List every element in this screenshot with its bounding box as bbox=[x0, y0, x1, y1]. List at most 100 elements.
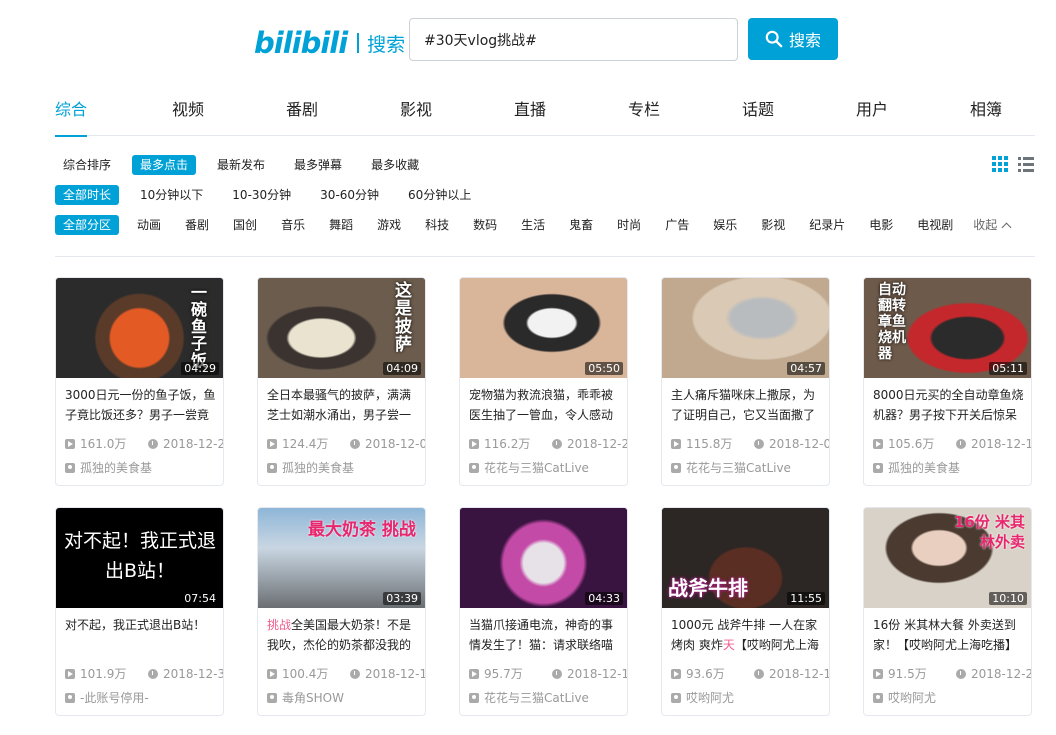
uploader-link[interactable]: 花花与三猫CatLive bbox=[671, 459, 791, 476]
zone-item[interactable]: 生活 bbox=[513, 215, 553, 235]
uploader-link[interactable]: 花花与三猫CatLive bbox=[469, 689, 589, 706]
video-duration: 04:09 bbox=[383, 362, 421, 375]
video-card[interactable]: 04:57 主人痛斥猫咪床上撒尿，为了证明自己，它又当面撒了 115.8万 20… bbox=[661, 277, 830, 486]
video-stats: 100.4万 2018-12-19 bbox=[267, 665, 425, 682]
clock-icon bbox=[956, 438, 966, 449]
bilibili-logo[interactable]: bilibili 搜索 bbox=[254, 26, 405, 60]
zone-item[interactable]: 电视剧 bbox=[909, 215, 961, 235]
video-title[interactable]: 8000日元买的全自动章鱼烧机器？男子按下开关后惊呆 bbox=[873, 385, 1025, 425]
video-card[interactable]: 16份 米其林外卖 10:10 16份 米其林大餐 外卖送到家！【哎哟阿尤上海吃… bbox=[863, 507, 1032, 716]
list-view-icon[interactable] bbox=[1018, 156, 1034, 172]
zone-item[interactable]: 电影 bbox=[861, 215, 901, 235]
search-input[interactable] bbox=[409, 18, 738, 61]
video-thumbnail[interactable]: 16份 米其林外卖 10:10 bbox=[864, 508, 1031, 608]
keyword-highlight: 天 bbox=[722, 638, 735, 652]
video-thumbnail[interactable]: 04:33 bbox=[460, 508, 627, 608]
uploader-link[interactable]: 孤独的美食基 bbox=[267, 459, 354, 476]
video-card[interactable]: 自动翻转章鱼烧机器 05:11 8000日元买的全自动章鱼烧机器？男子按下开关后… bbox=[863, 277, 1032, 486]
duration-30-60[interactable]: 30-60分钟 bbox=[312, 185, 387, 205]
grid-view-icon[interactable] bbox=[992, 156, 1008, 172]
video-title[interactable]: 当猫爪接通电流，神奇的事情发生了！猫：请求联络喵 bbox=[469, 615, 621, 655]
uploader-link[interactable]: 毒角SHOW bbox=[267, 689, 344, 706]
video-duration: 03:39 bbox=[383, 592, 421, 605]
sort-most-clicks[interactable]: 最多点击 bbox=[132, 155, 197, 175]
video-card[interactable]: 05:50 宠物猫为救流浪猫，乖乖被医生抽了一管血，令人感动 116.2万 20… bbox=[459, 277, 628, 486]
duration-all[interactable]: 全部时长 bbox=[55, 185, 120, 205]
video-thumbnail[interactable]: 这是披萨 04:09 bbox=[258, 278, 425, 378]
zone-item[interactable]: 番剧 bbox=[177, 215, 217, 235]
video-thumbnail[interactable]: 自动翻转章鱼烧机器 05:11 bbox=[864, 278, 1031, 378]
filter-divider bbox=[55, 256, 1035, 257]
uploader-link[interactable]: -此账号停用- bbox=[65, 689, 149, 706]
video-title[interactable]: 主人痛斥猫咪床上撒尿，为了证明自己，它又当面撒了 bbox=[671, 385, 823, 425]
video-card[interactable]: 对不起！我正式退出B站！ 07:54 对不起，我正式退出B站！ 101.9万 2… bbox=[55, 507, 224, 716]
upload-date: 2018-12-19 bbox=[365, 666, 425, 681]
search-button[interactable]: 搜索 bbox=[748, 18, 838, 60]
video-title[interactable]: 对不起，我正式退出B站！ bbox=[65, 615, 217, 655]
sort-newest[interactable]: 最新发布 bbox=[209, 155, 273, 175]
video-thumbnail[interactable]: 05:50 bbox=[460, 278, 627, 378]
video-title[interactable]: 宠物猫为救流浪猫，乖乖被医生抽了一管血，令人感动 bbox=[469, 385, 621, 425]
uploader-icon bbox=[469, 692, 479, 703]
uploader-link[interactable]: 孤独的美食基 bbox=[65, 459, 152, 476]
zone-item[interactable]: 国创 bbox=[225, 215, 265, 235]
video-thumbnail[interactable]: 04:57 bbox=[662, 278, 829, 378]
tab-article[interactable]: 专栏 bbox=[628, 96, 660, 136]
zone-item[interactable]: 影视 bbox=[753, 215, 793, 235]
tab-topic[interactable]: 话题 bbox=[742, 96, 774, 136]
uploader-link[interactable]: 哎哟阿尤 bbox=[873, 689, 936, 706]
duration-over-60[interactable]: 60分钟以上 bbox=[400, 185, 479, 205]
tab-video[interactable]: 视频 bbox=[172, 96, 204, 136]
view-count: 101.9万 bbox=[80, 667, 127, 681]
video-thumbnail[interactable]: 对不起！我正式退出B站！ 07:54 bbox=[56, 508, 223, 608]
uploader-icon bbox=[671, 462, 681, 473]
view-count: 105.6万 bbox=[888, 437, 935, 451]
zone-item[interactable]: 动画 bbox=[129, 215, 169, 235]
uploader-link[interactable]: 哎哟阿尤 bbox=[671, 689, 734, 706]
uploader-icon bbox=[469, 462, 479, 473]
logo-divider bbox=[357, 33, 360, 53]
tab-all[interactable]: 综合 bbox=[55, 96, 88, 137]
clock-icon bbox=[552, 668, 562, 679]
tab-movie[interactable]: 影视 bbox=[400, 96, 432, 136]
video-title[interactable]: 3000日元一份的鱼子饭，鱼子竟比饭还多？男子一尝竟 bbox=[65, 385, 217, 425]
sort-most-favorites[interactable]: 最多收藏 bbox=[363, 155, 427, 175]
zone-item[interactable]: 时尚 bbox=[609, 215, 649, 235]
collapse-toggle[interactable]: 收起 bbox=[965, 215, 999, 235]
video-title[interactable]: 1000元 战斧牛排 一人在家烤肉 爽炸天【哎哟阿尤上海 bbox=[671, 615, 823, 655]
sort-default[interactable]: 综合排序 bbox=[55, 155, 119, 175]
video-card[interactable]: 这是披萨 04:09 全日本最骚气的披萨，满满芝士如潮水涌出，男子尝一 124.… bbox=[257, 277, 426, 486]
sort-most-danmaku[interactable]: 最多弹幕 bbox=[286, 155, 350, 175]
video-title[interactable]: 全日本最骚气的披萨，满满芝士如潮水涌出，男子尝一 bbox=[267, 385, 419, 425]
video-card[interactable]: 战斧牛排 11:55 1000元 战斧牛排 一人在家烤肉 爽炸天【哎哟阿尤上海 … bbox=[661, 507, 830, 716]
uploader-link[interactable]: 花花与三猫CatLive bbox=[469, 459, 589, 476]
tab-live[interactable]: 直播 bbox=[514, 96, 546, 136]
zone-item[interactable]: 游戏 bbox=[369, 215, 409, 235]
video-card[interactable]: 04:33 当猫爪接通电流，神奇的事情发生了！猫：请求联络喵 95.7万 201… bbox=[459, 507, 628, 716]
zone-item[interactable]: 娱乐 bbox=[705, 215, 745, 235]
zone-all[interactable]: 全部分区 bbox=[55, 215, 120, 235]
video-title[interactable]: 挑战全美国最大奶茶！不是我吹，杰伦的奶茶都没我的 bbox=[267, 615, 419, 655]
video-thumbnail[interactable]: 最大奶茶 挑战 03:39 bbox=[258, 508, 425, 608]
duration-10-30[interactable]: 10-30分钟 bbox=[224, 185, 299, 205]
uploader-icon bbox=[873, 462, 883, 473]
video-thumbnail[interactable]: 一碗鱼子饭 04:29 bbox=[56, 278, 223, 378]
zone-item[interactable]: 音乐 bbox=[273, 215, 313, 235]
zone-item[interactable]: 科技 bbox=[417, 215, 457, 235]
tab-bangumi[interactable]: 番剧 bbox=[286, 96, 318, 136]
tab-user[interactable]: 用户 bbox=[856, 96, 888, 136]
duration-under-10[interactable]: 10分钟以下 bbox=[132, 185, 211, 205]
uploader-link[interactable]: 孤独的美食基 bbox=[873, 459, 960, 476]
zone-item[interactable]: 数码 bbox=[465, 215, 505, 235]
clock-icon bbox=[148, 668, 158, 679]
video-title[interactable]: 16份 米其林大餐 外卖送到家！【哎哟阿尤上海吃播】 bbox=[873, 615, 1025, 655]
zone-item[interactable]: 舞蹈 bbox=[321, 215, 361, 235]
zone-item[interactable]: 纪录片 bbox=[801, 215, 853, 235]
video-card[interactable]: 最大奶茶 挑战 03:39 挑战全美国最大奶茶！不是我吹，杰伦的奶茶都没我的 1… bbox=[257, 507, 426, 716]
tab-album[interactable]: 相簿 bbox=[970, 96, 1002, 136]
zone-item[interactable]: 鬼畜 bbox=[561, 215, 601, 235]
zone-item[interactable]: 广告 bbox=[657, 215, 697, 235]
video-card[interactable]: 一碗鱼子饭 04:29 3000日元一份的鱼子饭，鱼子竟比饭还多？男子一尝竟 1… bbox=[55, 277, 224, 486]
chevron-up-icon[interactable] bbox=[1001, 222, 1012, 232]
video-thumbnail[interactable]: 战斧牛排 11:55 bbox=[662, 508, 829, 608]
